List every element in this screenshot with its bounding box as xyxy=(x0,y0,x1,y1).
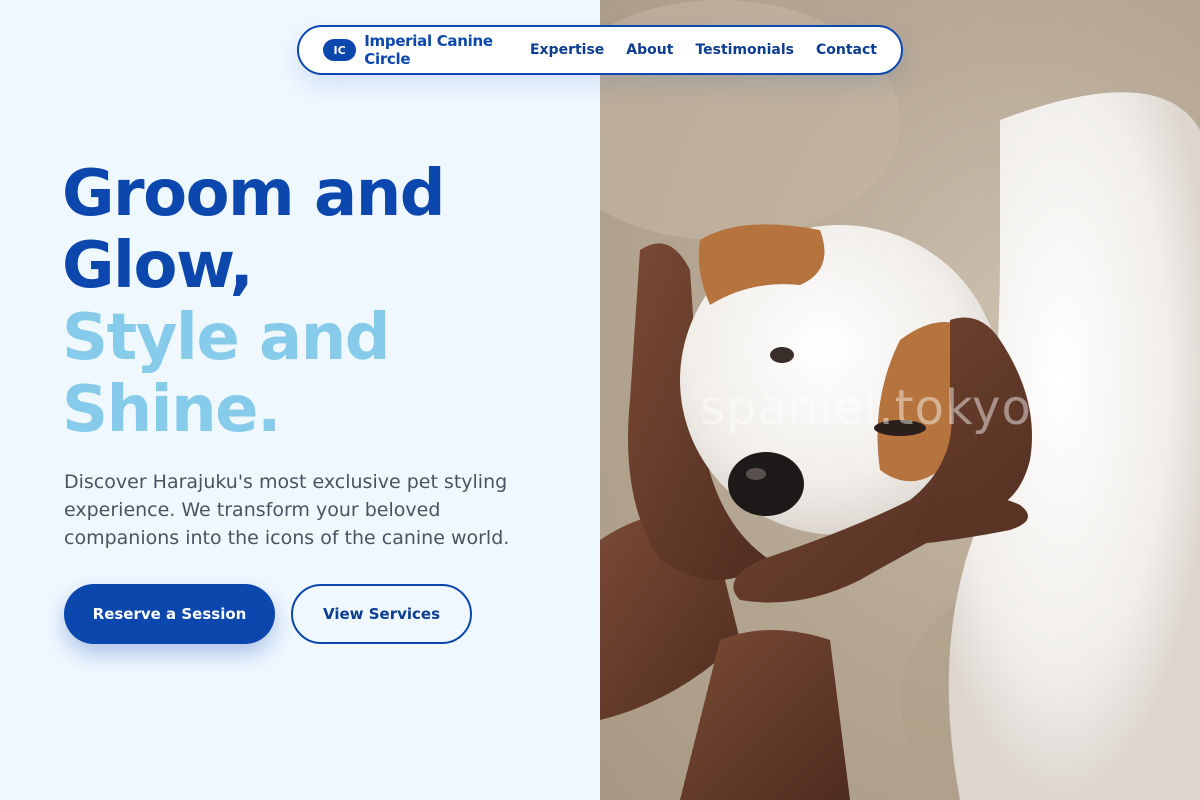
logo-badge[interactable]: IC xyxy=(323,39,357,61)
nav-link-about[interactable]: About xyxy=(626,42,673,58)
view-services-button[interactable]: View Services xyxy=(291,584,472,644)
nav-link-contact[interactable]: Contact xyxy=(816,42,877,58)
hero-image: spaniel.tokyo xyxy=(600,0,1200,800)
watermark: spaniel.tokyo xyxy=(700,380,1032,436)
hero-title-line-1: Groom and xyxy=(62,157,446,231)
hero-title-line-2: Glow, xyxy=(62,229,254,303)
nav-link-expertise[interactable]: Expertise xyxy=(530,42,604,58)
brand-name[interactable]: Imperial Canine Circle xyxy=(364,32,530,68)
hero-description: Discover Harajuku's most exclusive pet s… xyxy=(64,471,510,549)
nav-links: Expertise About Testimonials Contact xyxy=(530,42,877,58)
reserve-session-button[interactable]: Reserve a Session xyxy=(64,584,275,644)
nav-link-testimonials[interactable]: Testimonials xyxy=(695,42,794,58)
top-navigation: IC Imperial Canine Circle Expertise Abou… xyxy=(297,25,903,75)
hero-title-line-4: Shine. xyxy=(62,373,281,447)
hero-title-line-3: Style and xyxy=(62,301,391,375)
hero-title: Groom and Glow, Style and Shine. xyxy=(62,158,582,446)
